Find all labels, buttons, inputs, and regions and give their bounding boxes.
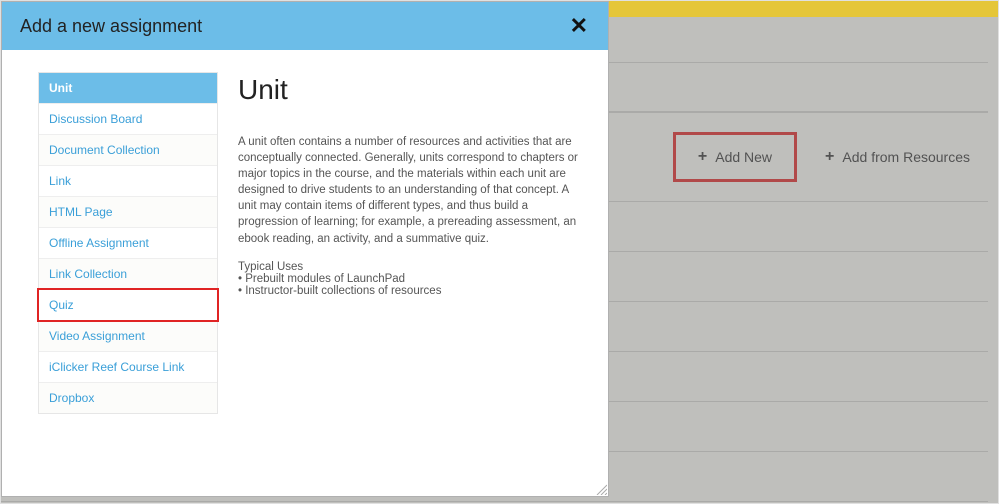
- close-icon[interactable]: ✕: [564, 9, 594, 43]
- detail-description: A unit often contains a number of resour…: [238, 134, 580, 247]
- sidebar-item-document-collection[interactable]: Document Collection: [39, 135, 217, 166]
- detail-title: Unit: [238, 74, 580, 106]
- typical-use-item: • Prebuilt modules of LaunchPad: [238, 273, 580, 285]
- sidebar-item-unit[interactable]: Unit: [39, 73, 217, 104]
- typical-uses-list: • Prebuilt modules of LaunchPad• Instruc…: [238, 273, 580, 297]
- typical-uses-heading: Typical Uses: [238, 261, 580, 273]
- detail-panel: Unit A unit often contains a number of r…: [238, 72, 588, 486]
- sidebar-item-label: Video Assignment: [49, 329, 145, 343]
- modal-title: Add a new assignment: [20, 16, 202, 37]
- sidebar-item-label: Quiz: [49, 298, 74, 312]
- sidebar-item-label: iClicker Reef Course Link: [49, 360, 184, 374]
- sidebar-item-label: Unit: [49, 81, 72, 95]
- sidebar-item-label: Offline Assignment: [49, 236, 149, 250]
- sidebar-item-label: Link: [49, 174, 71, 188]
- sidebar-item-offline-assignment[interactable]: Offline Assignment: [39, 228, 217, 259]
- sidebar-item-link-collection[interactable]: Link Collection: [39, 259, 217, 290]
- sidebar-item-label: Discussion Board: [49, 112, 142, 126]
- sidebar-item-label: HTML Page: [49, 205, 113, 219]
- assignment-type-list: Unit Discussion Board Document Collection L…: [38, 72, 218, 414]
- sidebar-item-html-page[interactable]: HTML Page: [39, 197, 217, 228]
- sidebar-item-link[interactable]: Link: [39, 166, 217, 197]
- modal-header: Add a new assignment ✕: [2, 2, 608, 50]
- sidebar-item-label: Dropbox: [49, 391, 94, 405]
- resize-handle-icon[interactable]: [595, 483, 607, 495]
- typical-use-item: • Instructor-built collections of resour…: [238, 285, 580, 297]
- sidebar-item-discussion-board[interactable]: Discussion Board: [39, 104, 217, 135]
- sidebar-item-video-assignment[interactable]: Video Assignment: [39, 321, 217, 352]
- add-assignment-modal: Add a new assignment ✕ Unit Discussion Bo…: [1, 1, 609, 497]
- sidebar-item-quiz[interactable]: Quiz: [39, 290, 217, 321]
- sidebar-item-iclicker-reef-course-link[interactable]: iClicker Reef Course Link: [39, 352, 217, 383]
- sidebar-item-label: Document Collection: [49, 143, 160, 157]
- modal-body: Unit Discussion Board Document Collection L…: [2, 50, 608, 496]
- sidebar-item-label: Link Collection: [49, 267, 127, 281]
- sidebar-item-dropbox[interactable]: Dropbox: [39, 383, 217, 413]
